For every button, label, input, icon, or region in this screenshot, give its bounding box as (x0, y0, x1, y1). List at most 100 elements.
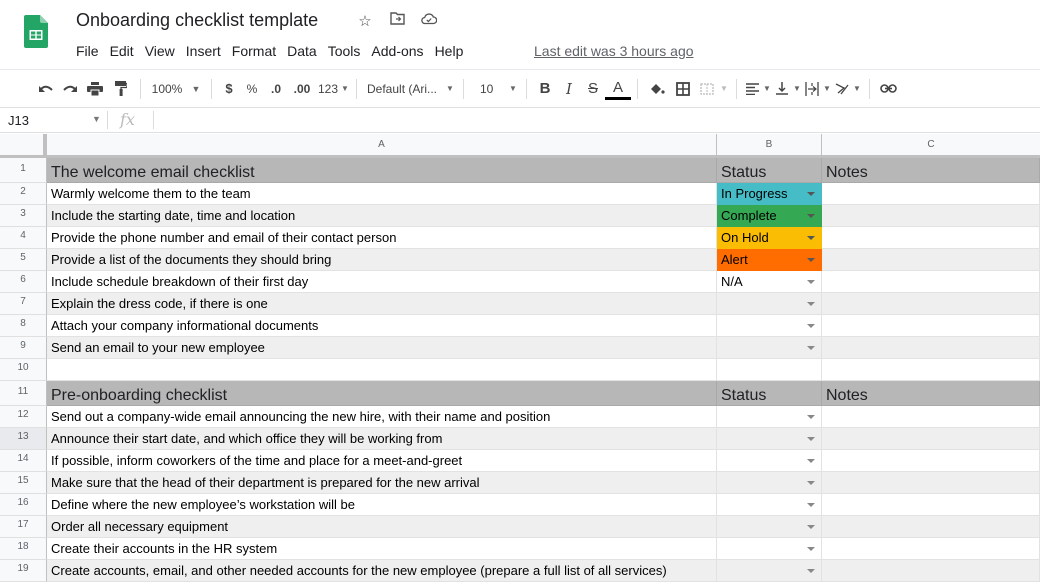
name-box-dropdown-icon[interactable]: ▼ (92, 114, 101, 124)
task-cell[interactable]: Attach your company informational docume… (47, 315, 717, 337)
status-dropdown-cell[interactable] (717, 560, 822, 582)
paint-format-icon[interactable] (108, 77, 134, 101)
more-formats-dropdown-icon[interactable]: ▼ (340, 77, 350, 101)
dropdown-arrow-icon[interactable] (807, 191, 815, 196)
status-dropdown-cell[interactable]: On Hold (717, 227, 822, 249)
task-cell[interactable]: Explain the dress code, if there is one (47, 293, 717, 315)
dropdown-arrow-icon[interactable] (807, 568, 815, 573)
row-header[interactable]: 4 (0, 227, 47, 249)
task-cell[interactable]: Provide the phone number and email of th… (47, 227, 717, 249)
notes-header-cell[interactable]: Notes (822, 381, 1040, 406)
redo-icon[interactable] (58, 77, 82, 101)
dropdown-arrow-icon[interactable] (807, 257, 815, 262)
status-dropdown-cell[interactable] (717, 337, 822, 359)
notes-cell[interactable] (822, 494, 1040, 516)
status-header-cell[interactable]: Status (717, 158, 822, 183)
menu-help[interactable]: Help (435, 43, 464, 59)
row-header[interactable]: 16 (0, 494, 47, 516)
dropdown-arrow-icon[interactable] (807, 301, 815, 306)
status-dropdown-cell[interactable] (717, 359, 822, 381)
font-size-dropdown-icon[interactable]: ▼ (506, 77, 520, 101)
merge-dropdown-icon[interactable]: ▼ (718, 77, 730, 101)
more-formats-button[interactable]: 123 (316, 77, 340, 101)
text-wrapping-dropdown-icon[interactable]: ▼ (821, 77, 833, 101)
row-header[interactable]: 12 (0, 406, 47, 428)
menu-data[interactable]: Data (287, 43, 317, 59)
strikethrough-button[interactable]: S (581, 77, 605, 101)
row-header[interactable]: 17 (0, 516, 47, 538)
increase-decimal-button[interactable]: .00 (288, 77, 316, 101)
dropdown-arrow-icon[interactable] (807, 436, 815, 441)
status-dropdown-cell[interactable] (717, 315, 822, 337)
notes-cell[interactable] (822, 293, 1040, 315)
bold-button[interactable]: B (533, 77, 557, 101)
row-header[interactable]: 15 (0, 472, 47, 494)
column-header-a[interactable]: A (47, 134, 717, 155)
text-rotation-dropdown-icon[interactable]: ▼ (851, 77, 863, 101)
insert-link-icon[interactable] (876, 77, 900, 101)
dropdown-arrow-icon[interactable] (807, 524, 815, 529)
font-size-select[interactable]: 10 (470, 77, 506, 101)
text-wrapping-icon[interactable] (803, 77, 821, 101)
task-cell[interactable]: Order all necessary equipment (47, 516, 717, 538)
row-header[interactable]: 2 (0, 183, 47, 205)
name-box[interactable]: J13 (8, 113, 29, 128)
dropdown-arrow-icon[interactable] (807, 235, 815, 240)
status-dropdown-cell[interactable] (717, 406, 822, 428)
dropdown-arrow-icon[interactable] (807, 458, 815, 463)
menu-tools[interactable]: Tools (328, 43, 361, 59)
dropdown-arrow-icon[interactable] (807, 546, 815, 551)
document-title[interactable]: Onboarding checklist template (76, 10, 318, 31)
row-header[interactable]: 5 (0, 249, 47, 271)
notes-cell[interactable] (822, 359, 1040, 381)
row-header[interactable]: 19 (0, 560, 47, 582)
zoom-dropdown-icon[interactable]: ▼ (187, 77, 205, 101)
status-dropdown-cell[interactable] (717, 516, 822, 538)
currency-format-button[interactable]: $ (218, 77, 240, 101)
status-dropdown-cell[interactable] (717, 293, 822, 315)
row-header[interactable]: 13 (0, 428, 47, 450)
status-dropdown-cell[interactable]: Alert (717, 249, 822, 271)
status-dropdown-cell[interactable]: N/A (717, 271, 822, 293)
menu-format[interactable]: Format (232, 43, 276, 59)
zoom-select[interactable]: 100% (147, 77, 187, 101)
task-cell[interactable]: Send out a company-wide email announcing… (47, 406, 717, 428)
task-cell[interactable]: Define where the new employee’s workstat… (47, 494, 717, 516)
notes-cell[interactable] (822, 516, 1040, 538)
status-dropdown-cell[interactable]: Complete (717, 205, 822, 227)
select-all-corner[interactable] (0, 134, 47, 155)
menu-view[interactable]: View (145, 43, 175, 59)
undo-icon[interactable] (34, 77, 58, 101)
task-cell[interactable]: If possible, inform coworkers of the tim… (47, 450, 717, 472)
row-header[interactable]: 7 (0, 293, 47, 315)
notes-header-cell[interactable]: Notes (822, 158, 1040, 183)
status-dropdown-cell[interactable]: In Progress (717, 183, 822, 205)
status-dropdown-cell[interactable] (717, 494, 822, 516)
notes-cell[interactable] (822, 205, 1040, 227)
notes-cell[interactable] (822, 271, 1040, 293)
task-cell[interactable]: Warmly welcome them to the team (47, 183, 717, 205)
font-dropdown-icon[interactable]: ▼ (443, 77, 457, 101)
section-title-cell[interactable]: The welcome email checklist (47, 158, 717, 183)
task-cell[interactable]: Include schedule breakdown of their firs… (47, 271, 717, 293)
notes-cell[interactable] (822, 249, 1040, 271)
notes-cell[interactable] (822, 406, 1040, 428)
borders-icon[interactable] (670, 77, 696, 101)
status-header-cell[interactable]: Status (717, 381, 822, 406)
column-header-c[interactable]: C (822, 134, 1040, 155)
menu-edit[interactable]: Edit (110, 43, 134, 59)
notes-cell[interactable] (822, 560, 1040, 582)
task-cell[interactable]: Announce their start date, and which off… (47, 428, 717, 450)
notes-cell[interactable] (822, 315, 1040, 337)
task-cell[interactable]: Make sure that the head of their departm… (47, 472, 717, 494)
notes-cell[interactable] (822, 428, 1040, 450)
row-header[interactable]: 14 (0, 450, 47, 472)
text-rotation-icon[interactable] (833, 77, 851, 101)
menu-insert[interactable]: Insert (186, 43, 221, 59)
status-dropdown-cell[interactable] (717, 428, 822, 450)
italic-button[interactable]: I (557, 77, 581, 101)
status-dropdown-cell[interactable] (717, 450, 822, 472)
merge-cells-icon[interactable] (696, 77, 718, 101)
dropdown-arrow-icon[interactable] (807, 480, 815, 485)
dropdown-arrow-icon[interactable] (807, 345, 815, 350)
